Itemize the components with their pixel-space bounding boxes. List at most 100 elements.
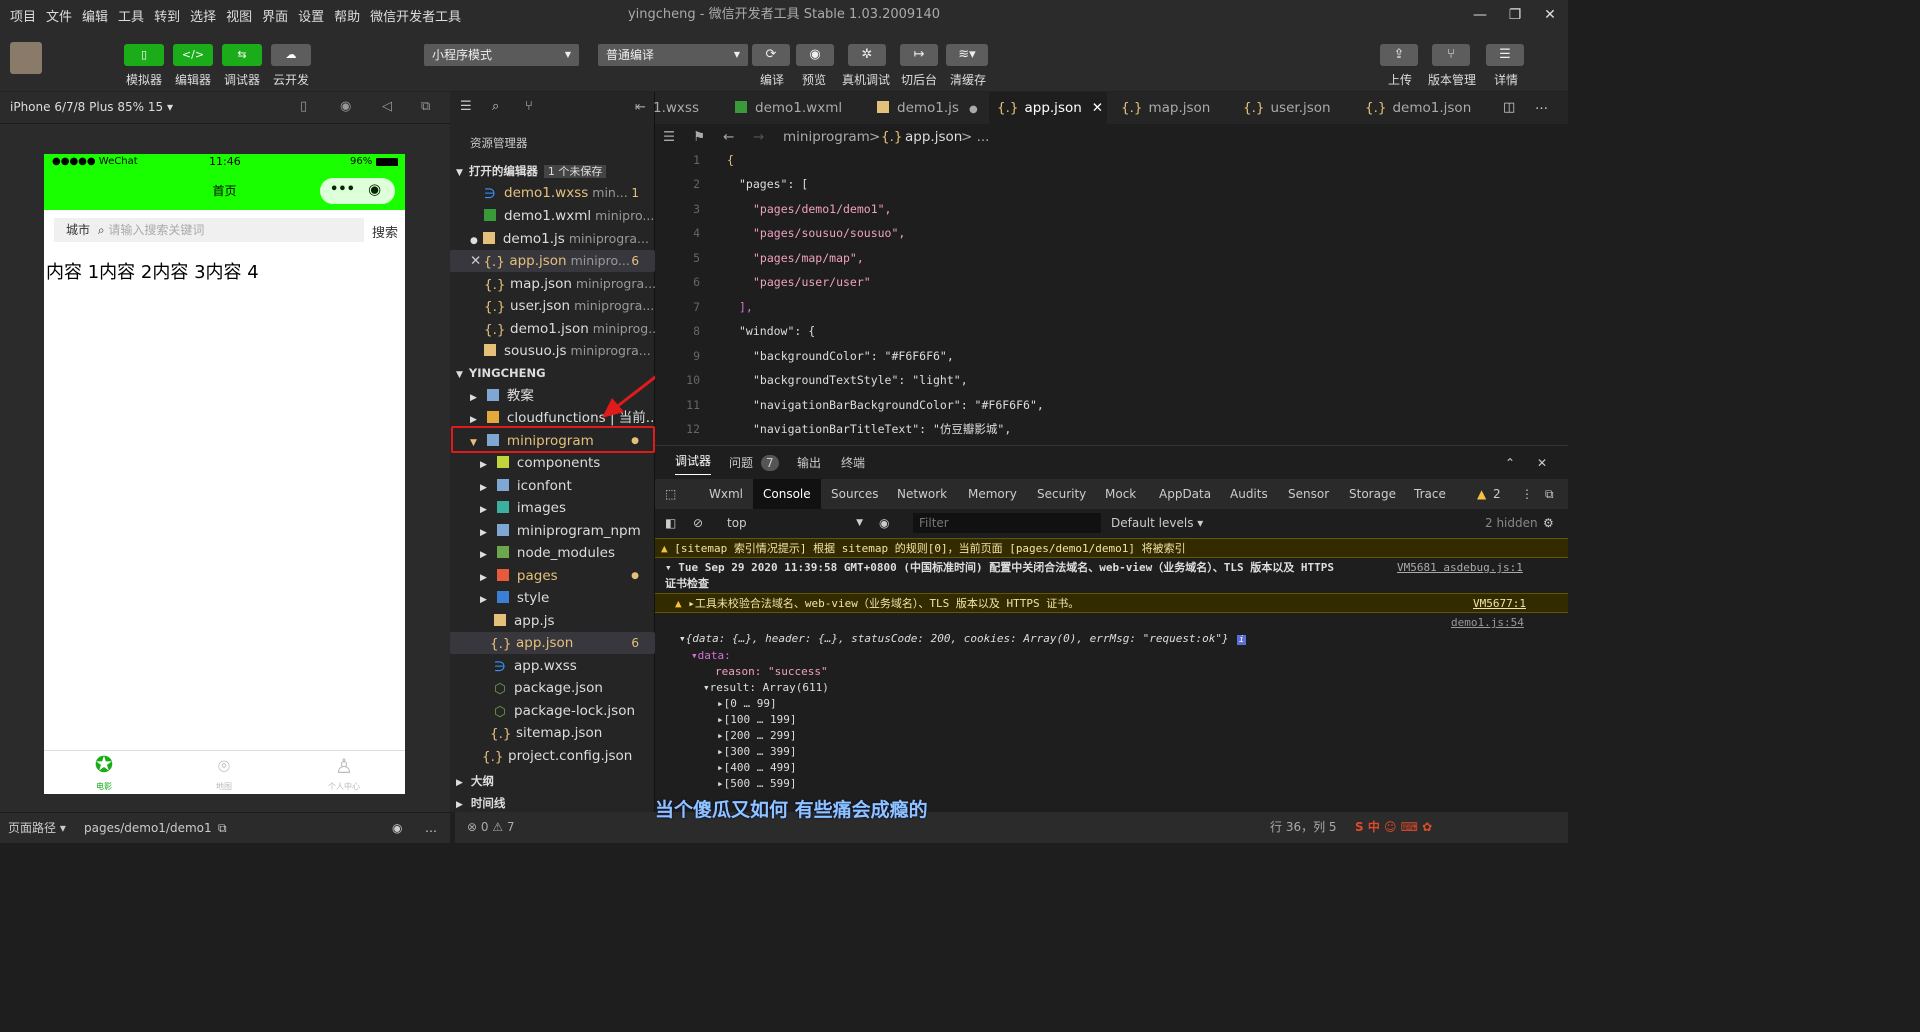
close-icon[interactable]: ✕ <box>470 253 481 269</box>
forward-icon[interactable]: → <box>753 124 764 150</box>
tab-sources[interactable]: Sources <box>831 479 878 509</box>
panel-terminal[interactable]: 终端 <box>841 448 865 478</box>
close-icon[interactable]: ✕ <box>1092 100 1103 116</box>
tree-file[interactable]: {.} project.config.json <box>450 745 655 767</box>
tab-map[interactable]: ⌾ 地图 <box>164 751 284 795</box>
tab-storage[interactable]: Storage <box>1349 479 1396 509</box>
menu-select[interactable]: 选择 <box>190 6 216 25</box>
tab-demo1-js[interactable]: demo1.js ● <box>869 92 985 124</box>
tree-folder[interactable]: ▶ images <box>450 497 655 519</box>
tree-folder[interactable]: ▶ miniprogram_npm <box>450 520 655 542</box>
back-icon[interactable]: ← <box>723 124 734 150</box>
console-tree-range[interactable]: ▸[0 … 99] <box>655 696 1568 712</box>
tab-wxml[interactable]: Wxml <box>709 479 743 509</box>
tree-file[interactable]: ⬡ package.json <box>450 677 655 699</box>
inspect-icon[interactable]: ⬚ <box>665 479 676 509</box>
tab-sensor[interactable]: Sensor <box>1288 479 1329 509</box>
eye-icon[interactable]: ◉ <box>879 508 889 538</box>
open-file-app-json[interactable]: ✕ {.} app.json minipro... 6 <box>450 250 655 272</box>
context-select[interactable]: top ▼ <box>727 508 863 538</box>
ime-toolbar-icon[interactable]: S 中 ☺ ⌨ ✿ <box>1355 812 1432 843</box>
tree-file[interactable]: {.} sitemap.json <box>450 722 655 744</box>
preview-icon[interactable]: ◉ <box>796 44 834 66</box>
console-tree-range[interactable]: ▸[300 … 399] <box>655 744 1568 760</box>
open-editors-header[interactable]: ▼ 打开的编辑器 1 个未保存 <box>450 160 655 182</box>
tree-folder[interactable]: ▶ style <box>450 587 655 609</box>
source-link[interactable]: VM5677:1 <box>1473 594 1526 612</box>
minimize-icon[interactable]: — <box>1470 5 1490 25</box>
outline-header[interactable]: ▶ 大纲 <box>450 770 655 792</box>
background-icon[interactable]: ↦ <box>900 44 938 66</box>
console-tree-range[interactable]: ▸[500 … 599] <box>655 776 1568 792</box>
phone-icon[interactable]: ▯ <box>300 99 307 114</box>
tree-folder[interactable]: ▶ components <box>450 452 655 474</box>
menu-tools[interactable]: 工具 <box>118 6 144 25</box>
simulator-icon[interactable]: ▯ <box>124 44 164 66</box>
console-object[interactable]: ▾{data: {…}, header: {…}, statusCode: 20… <box>655 631 1568 647</box>
levels-select[interactable]: Default levels ▾ <box>1111 508 1203 538</box>
warning-count[interactable]: 2 <box>1493 479 1501 509</box>
console-tree-data[interactable]: ▾data: <box>655 648 1568 664</box>
tab-trace[interactable]: Trace <box>1414 479 1446 509</box>
tree-file[interactable]: ⬡ package-lock.json <box>450 700 655 722</box>
menu-file[interactable]: 文件 <box>46 6 72 25</box>
search-box[interactable]: 城市 ⌕ 请输入搜索关键词 <box>54 218 364 242</box>
close-window-icon[interactable]: ✕ <box>1540 5 1560 25</box>
dock-icon[interactable]: ⧉ <box>1545 479 1554 509</box>
tab-user[interactable]: ♙ 个人中心 <box>284 751 404 795</box>
tree-folder[interactable]: ▶ iconfont <box>450 475 655 497</box>
panel-debugger[interactable]: 调试器 <box>675 448 712 475</box>
menu-goto[interactable]: 转到 <box>154 6 180 25</box>
search-icon[interactable]: ⌕ <box>492 99 499 114</box>
tab-audits[interactable]: Audits <box>1230 479 1268 509</box>
tab-console[interactable]: Console <box>753 479 821 509</box>
menu-wechat-devtools[interactable]: 微信开发者工具 <box>370 6 461 25</box>
tab-security[interactable]: Security <box>1037 479 1086 509</box>
tab-demo1-wxml[interactable]: demo1.wxml <box>727 92 867 124</box>
console-tree-range[interactable]: ▸[400 … 499] <box>655 760 1568 776</box>
clear-console-icon[interactable]: ⊘ <box>693 508 703 538</box>
tree-folder-pages[interactable]: ▶ pages ● <box>450 565 655 587</box>
source-link[interactable]: demo1.js:54 <box>1451 615 1524 631</box>
mode-select[interactable]: 小程序模式 ▼ <box>424 44 579 66</box>
open-file-demo1-wxss[interactable]: ∋ demo1.wxss min... 1 <box>450 182 655 204</box>
menu-settings[interactable]: 设置 <box>298 6 324 25</box>
capsule-menu[interactable]: ••• ◉ <box>320 178 395 204</box>
search-input[interactable]: 请输入搜索关键词 <box>108 223 204 237</box>
filter-input[interactable]: Filter <box>913 513 1101 533</box>
popout-icon[interactable]: ⧉ <box>421 99 430 114</box>
menu-icon[interactable]: ☰ <box>460 99 472 114</box>
tab-movie[interactable]: ✪ 电影 <box>44 751 164 795</box>
maximize-icon[interactable]: ❐ <box>1505 5 1525 25</box>
list-icon[interactable]: ☰ <box>663 124 675 150</box>
breadcrumb-file[interactable]: app.json <box>905 124 962 150</box>
cloud-icon[interactable]: ☁ <box>271 44 311 66</box>
city-label[interactable]: 城市 <box>66 223 90 237</box>
settings-gear-icon[interactable]: ⚙ <box>1543 508 1554 538</box>
real-debug-icon[interactable]: ✲ <box>848 44 886 66</box>
tab-memory[interactable]: Memory <box>968 479 1017 509</box>
panel-problems[interactable]: 问题 <box>729 448 753 478</box>
clear-cache-icon[interactable]: ≋▾ <box>946 44 988 66</box>
menu-interface[interactable]: 界面 <box>262 6 288 25</box>
tab-demo1-json[interactable]: {.} demo1.json <box>1357 92 1487 124</box>
breadcrumb-folder[interactable]: miniprogram <box>783 124 870 150</box>
compile-mode-select[interactable]: 普通编译 ▼ <box>598 44 748 66</box>
page-path-label[interactable]: 页面路径 ▾ <box>8 813 66 844</box>
code-area[interactable]: 1 { 2 "pages": [ 3 "pages/demo1/demo1", 4 "p… <box>655 148 1568 445</box>
version-icon[interactable]: ⑂ <box>1432 44 1470 66</box>
menu-help[interactable]: 帮助 <box>334 6 360 25</box>
open-file-map-json[interactable]: {.} map.json miniprogra... <box>450 273 655 295</box>
tab-mock[interactable]: Mock <box>1105 479 1136 509</box>
console-group[interactable]: ▾ Tue Sep 29 2020 11:39:58 GMT+0800 (中国标… <box>655 560 1568 594</box>
details-icon[interactable]: ☰ <box>1486 44 1524 66</box>
console-warning-domain[interactable]: ▲ ▸工具未校验合法域名、web-view（业务域名）、TLS 版本以及 HTT… <box>655 593 1568 613</box>
record-icon[interactable]: ◉ <box>340 99 351 114</box>
bookmark-icon[interactable]: ⚑ <box>693 124 705 150</box>
device-select[interactable]: iPhone 6/7/8 Plus 85% 15 ▾ <box>10 100 173 114</box>
problems-summary[interactable]: ⊗ 0 ⚠ 7 <box>467 812 515 843</box>
open-file-demo1-js[interactable]: ● demo1.js miniprogra... <box>450 228 655 250</box>
open-file-demo1-wxml[interactable]: demo1.wxml minipro... <box>450 205 655 227</box>
timeline-header[interactable]: ▶ 时间线 <box>450 792 655 814</box>
kebab-icon[interactable]: ⋮ <box>1521 479 1533 509</box>
